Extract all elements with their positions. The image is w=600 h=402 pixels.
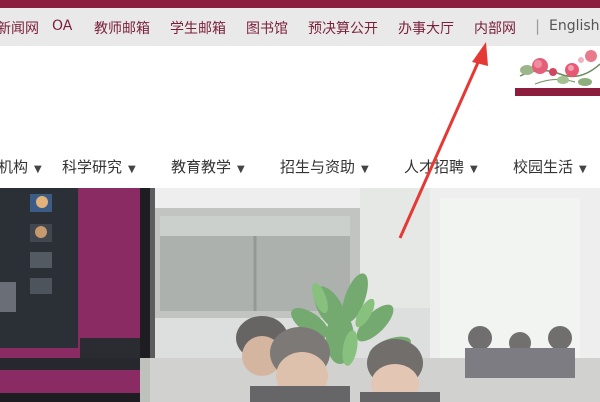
chevron-down-icon: ▼ (579, 164, 587, 175)
hero-photo (0, 188, 600, 402)
main-nav: 机构 ▼ 科学研究 ▼ 教育教学 ▼ 招生与资助 ▼ 人才招聘 ▼ 校园生活 ▼ (0, 144, 600, 188)
nav-item-label: 科学研究 (62, 158, 123, 176)
nav-item-label: 校园生活 (513, 158, 574, 176)
nav-item-label: 教育教学 (171, 158, 232, 176)
brand-top-strip (0, 0, 600, 8)
nav-item-education[interactable]: 教育教学 ▼ (171, 156, 245, 177)
util-link-service-hall[interactable]: 办事大厅 (398, 18, 454, 38)
util-link-teacher-mail[interactable]: 教师邮箱 (94, 18, 150, 38)
site-header (0, 46, 600, 176)
nav-item-institutions[interactable]: 机构 ▼ (0, 156, 42, 177)
util-link-intranet[interactable]: 内部网 (474, 18, 516, 38)
util-link-news[interactable]: 新闻网 (0, 18, 39, 38)
util-link-library[interactable]: 图书馆 (246, 18, 288, 38)
nav-item-label: 招生与资助 (280, 158, 356, 176)
hero-image (0, 188, 600, 402)
nav-item-campus-life[interactable]: 校园生活 ▼ (513, 156, 587, 177)
nav-item-label: 机构 (0, 158, 29, 176)
util-link-student-mail[interactable]: 学生邮箱 (170, 18, 226, 38)
nav-item-recruitment[interactable]: 人才招聘 ▼ (404, 156, 478, 177)
chevron-down-icon: ▼ (34, 164, 42, 175)
chevron-down-icon: ▼ (361, 164, 369, 175)
util-link-english[interactable]: English (549, 18, 600, 34)
nav-item-admissions[interactable]: 招生与资助 ▼ (280, 156, 369, 177)
flower-decoration-icon (515, 50, 600, 96)
nav-item-research[interactable]: 科学研究 ▼ (62, 156, 136, 177)
util-link-oa[interactable]: OA (52, 18, 72, 34)
chevron-down-icon: ▼ (128, 164, 136, 175)
util-link-budget[interactable]: 预决算公开 (308, 18, 378, 38)
util-separator: | (535, 17, 541, 35)
utility-bar: 新闻网 OA 教师邮箱 学生邮箱 图书馆 预决算公开 办事大厅 内部网 | En… (0, 8, 600, 46)
chevron-down-icon: ▼ (237, 164, 245, 175)
chevron-down-icon: ▼ (470, 164, 478, 175)
nav-item-label: 人才招聘 (404, 158, 465, 176)
